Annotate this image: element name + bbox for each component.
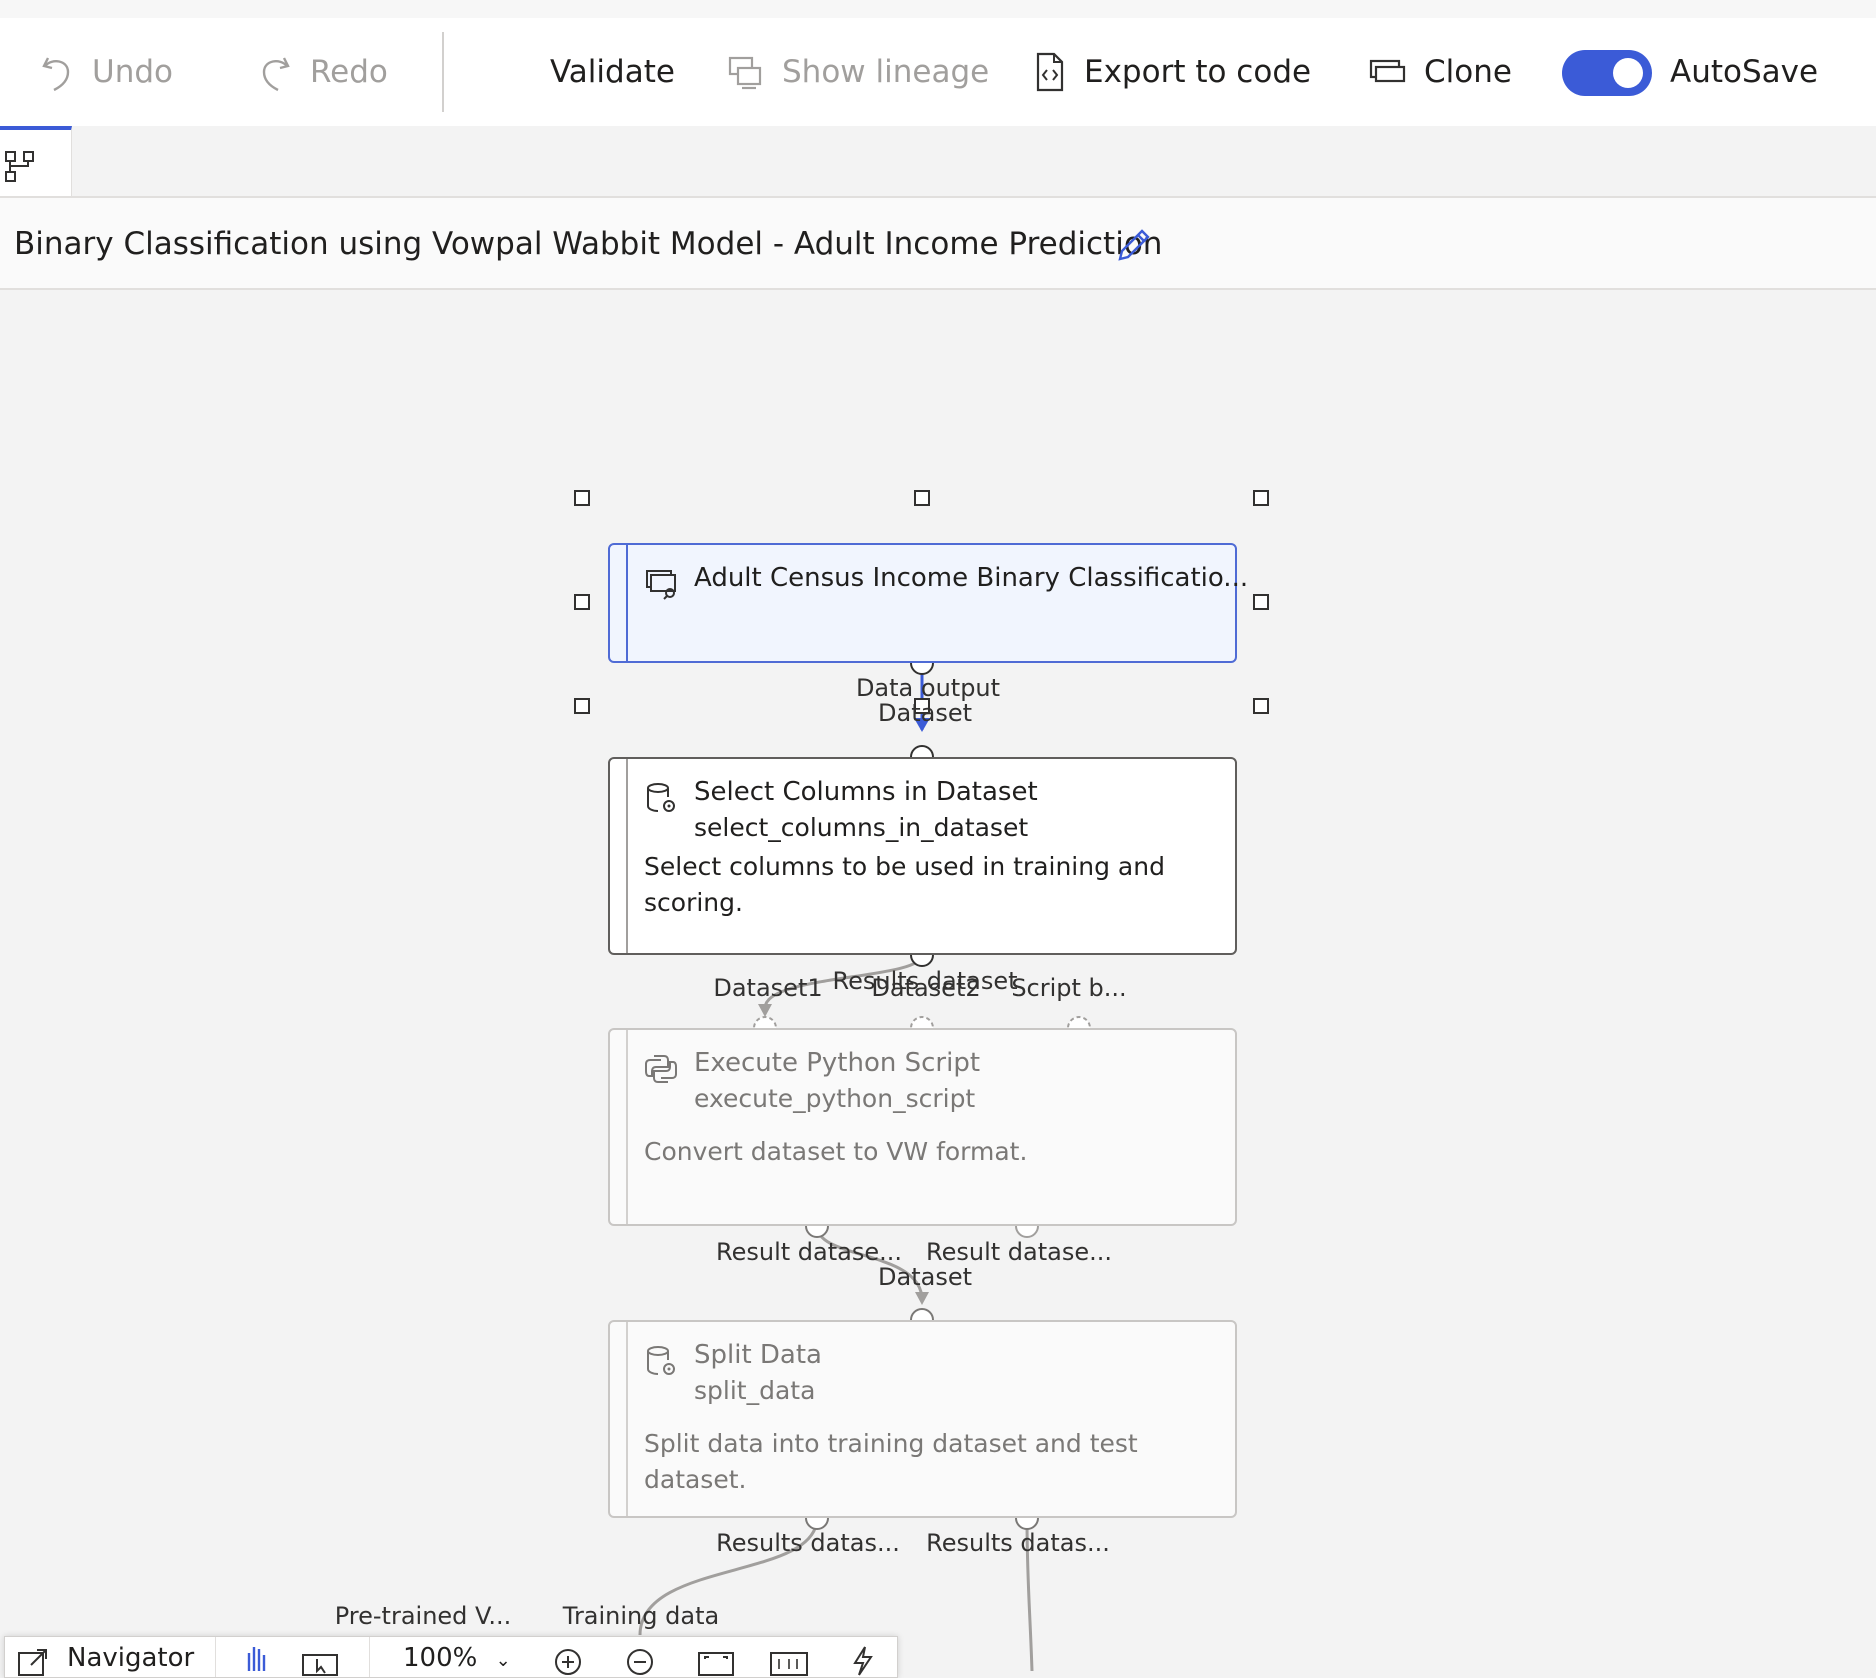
node-subtitle: split_data [694, 1376, 816, 1405]
validate-label: Validate [550, 54, 675, 90]
dataset-icon [646, 570, 676, 600]
port-label-n4-in: Dataset [878, 1263, 972, 1291]
node-title: Split Data [694, 1340, 822, 1370]
graph-icon [5, 151, 34, 182]
module-icon [647, 1346, 675, 1375]
toolbar-divider [442, 32, 444, 112]
zoom-level-dropdown[interactable]: 100% ⌄ [403, 1643, 511, 1673]
resize-handle-bl[interactable] [574, 698, 590, 714]
validate-button[interactable]: Validate [550, 18, 675, 126]
node-description: Split data into training dataset and tes… [644, 1429, 1138, 1494]
edit-pencil-icon[interactable] [1112, 223, 1156, 267]
actual-size-icon[interactable] [769, 1649, 809, 1677]
resize-handle-br[interactable] [1253, 698, 1269, 714]
pipeline-node-split-data[interactable]: Split Data split_data Split data into tr… [608, 1320, 1237, 1518]
port-label-n5-in2: Training data [562, 1602, 720, 1630]
node-title: Select Columns in Dataset [694, 777, 1038, 807]
pipeline-title: Binary Classification using Vowpal Wabbi… [14, 226, 1163, 262]
node-title: Execute Python Script [694, 1048, 981, 1078]
undo-button[interactable]: Undo [40, 18, 173, 126]
resize-handle-tc[interactable] [914, 490, 930, 506]
undo-icon [42, 57, 70, 92]
port-label-n3-in3: Script b... [1011, 974, 1127, 1002]
node-left-bar [626, 1322, 628, 1516]
redo-icon [262, 57, 290, 92]
port-label-n3-in2: Dataset2 [871, 974, 981, 1002]
code-file-icon [1036, 52, 1064, 92]
pipeline-title-bar: Binary Classification using Vowpal Wabbi… [0, 198, 1876, 290]
expand-icon[interactable] [17, 1647, 49, 1677]
resize-handle-tr[interactable] [1253, 490, 1269, 506]
port-label-n4-out1: Results datas... [716, 1529, 900, 1557]
node-title: Adult Census Income Binary Classificatio… [694, 563, 1249, 593]
port-label-n3-out2: Result datase... [926, 1238, 1112, 1266]
port-label-n1-out: Data output [855, 674, 1001, 702]
port-label-n3-in1: Dataset1 [713, 974, 823, 1002]
node-subtitle: select_columns_in_dataset [694, 813, 1029, 842]
select-pointer-icon[interactable] [301, 1651, 341, 1677]
clone-icon [1369, 59, 1406, 83]
clone-button[interactable]: Clone [1368, 18, 1512, 126]
resize-handle-tl[interactable] [574, 490, 590, 506]
pipeline-node-dataset[interactable]: Adult Census Income Binary Classificatio… [608, 543, 1248, 663]
navigator-label[interactable]: Navigator [67, 1643, 194, 1673]
port-label-n2-in: Dataset [878, 699, 972, 727]
node-left-bar [626, 1030, 628, 1224]
node-description: Select columns to be used in training an… [644, 852, 1165, 917]
port-label-n5-in1: Pre-trained V... [334, 1602, 512, 1630]
auto-layout-icon[interactable] [847, 1645, 877, 1677]
clone-label: Clone [1424, 54, 1512, 90]
node-left-bar [626, 545, 628, 661]
redo-label: Redo [310, 54, 388, 90]
autosave-toggle[interactable] [1562, 50, 1652, 96]
tab-pipeline-graph[interactable] [0, 126, 72, 196]
link-arrow-n3-n4 [915, 1292, 929, 1305]
link-arrow-n2-n3 [758, 1004, 772, 1017]
python-icon [645, 1055, 677, 1083]
nav-separator [369, 1637, 370, 1677]
fit-to-screen-icon[interactable] [697, 1649, 735, 1677]
node-description: Convert dataset to VW format. [644, 1137, 1028, 1166]
export-to-code-label: Export to code [1084, 54, 1312, 90]
port-label-n4-out2: Results datas... [926, 1529, 1110, 1557]
zoom-in-icon[interactable] [553, 1647, 583, 1677]
export-to-code-button[interactable]: Export to code [1034, 18, 1311, 126]
lineage-icon [728, 56, 762, 90]
zoom-out-icon[interactable] [625, 1647, 655, 1677]
navigator-toolbar: Navigator 100% ⌄ [4, 1636, 898, 1678]
node-subtitle: execute_python_script [694, 1084, 976, 1113]
toggle-knob [1613, 58, 1643, 88]
pipeline-canvas[interactable]: Adult Census Income Binary Classificatio… [0, 290, 1876, 1671]
pan-hand-icon[interactable] [241, 1641, 271, 1675]
port-label-n3-out1: Result datase... [716, 1238, 902, 1266]
module-icon [647, 783, 675, 812]
resize-handle-ml[interactable] [574, 594, 590, 610]
top-strip [0, 0, 1876, 18]
redo-button[interactable]: Redo [258, 18, 388, 126]
node-left-bar [626, 759, 628, 953]
pipeline-node-execute-python[interactable]: Execute Python Script execute_python_scr… [608, 1028, 1237, 1226]
undo-label: Undo [92, 54, 173, 90]
pipeline-node-select-columns[interactable]: Select Columns in Dataset select_columns… [608, 757, 1237, 955]
zoom-level: 100% [403, 1643, 478, 1673]
autosave-label: AutoSave [1670, 18, 1818, 126]
autosave-text: AutoSave [1670, 54, 1819, 90]
show-lineage-label: Show lineage [782, 54, 990, 90]
nav-separator [215, 1637, 216, 1677]
show-lineage-button[interactable]: Show lineage [726, 18, 989, 126]
canvas-tab-strip [0, 126, 1876, 198]
resize-handle-mr[interactable] [1253, 594, 1269, 610]
chevron-down-icon: ⌄ [495, 1650, 511, 1671]
